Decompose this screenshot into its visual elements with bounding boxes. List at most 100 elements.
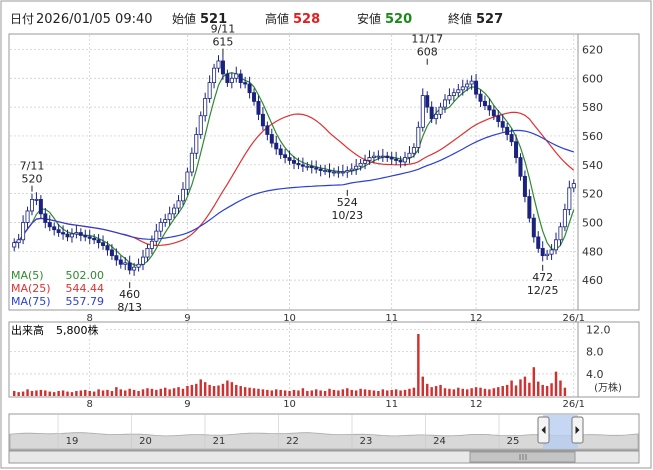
volume-bar [84,389,87,396]
candle-down [389,157,394,160]
candle-down [327,170,332,173]
date-tick-label: 26/1 [563,399,585,410]
candle-down [278,148,283,156]
annotation-value: 460 [119,288,140,301]
volume-bar [52,392,56,396]
candle-down [269,134,274,144]
volume-bar [297,390,300,396]
volume-bar [57,391,60,396]
candle-down [385,155,390,158]
date-tick-label: 8 [87,399,93,410]
navigator-tick-label: 20 [139,436,152,447]
volume-bar [70,392,74,396]
volume-bar [230,382,234,396]
candle-down [318,168,323,171]
annotation-date: 7/11 [20,160,45,173]
volume-bar [465,389,469,396]
volume-bar [337,390,340,396]
volume-value: 5,800株 [56,323,99,337]
candle-down [109,249,114,257]
annotation-date: 10/23 [331,209,363,222]
annotation-value: 608 [417,46,438,59]
candle-up [562,209,567,228]
volume-bar [128,388,131,396]
candle-down [287,157,292,161]
candle-up [172,207,177,215]
volume-bar [505,384,509,396]
candle-up [25,210,30,223]
legend-ma25-value: 544.44 [66,282,105,295]
volume-bar [261,389,265,396]
volume-bar [332,389,336,396]
candle-down [83,235,88,238]
candle-down [238,73,243,83]
candle-down [274,142,279,150]
volume-bar [61,390,65,396]
candle-down [47,222,52,228]
annotation-value: 524 [337,196,358,209]
volume-bar [101,390,105,396]
candle-up [74,232,79,235]
date-tick-label: 9 [184,399,190,410]
volume-bar [195,383,198,396]
volume-bar [79,390,83,396]
candle-up [567,187,572,210]
low-label: 安値 [357,11,381,26]
candle-down [496,115,501,122]
candle-down [522,175,527,197]
volume-bar [26,389,29,396]
annotation-date: 11/17 [411,33,443,46]
volume-bar [323,391,327,396]
candle-up [442,99,447,108]
volume-bar [75,391,78,396]
candle-up [354,165,359,170]
price-axis: 460 480 500 520 540 560 580 600 620 [582,43,603,287]
candle-down [314,167,319,170]
candle-down [65,233,70,238]
candle-up [185,171,190,190]
volume-bar [341,389,345,396]
volume-bar [403,389,407,396]
candle-up [411,147,416,154]
volume-bar [239,386,242,396]
range-navigator[interactable]: 19 20 21 22 23 24 25 [8,413,640,464]
candle-down [505,126,510,135]
volume-unit: (万株) [594,381,622,394]
candle-down [96,239,101,244]
volume-bar [301,388,305,396]
price-tick-label: 560 [582,130,603,143]
candle-up [545,253,550,257]
candle-up [212,67,217,83]
date-value: 2026/01/05 09:40 [36,12,153,27]
volume-bar [257,388,260,396]
date-label: 日付 [10,12,34,26]
candle-up [363,160,368,164]
candle-up [438,106,443,115]
navigator-right-handle[interactable] [571,416,584,444]
volume-bar [310,390,313,396]
candle-up [465,83,470,88]
price-tick-label: 460 [582,274,603,287]
candle-down [252,92,257,102]
volume-bar [426,383,429,396]
volume-bar [177,387,180,396]
candle-up [29,198,34,212]
volume-bar [350,389,353,396]
candle-up [12,242,17,248]
volume-bar [199,379,202,396]
volume-bar [66,391,69,396]
candle-down [478,93,483,102]
candle-down [531,217,536,238]
legend-ma25-label: MA(25) [11,282,51,295]
candle-up [367,157,372,161]
volume-bar [21,391,25,396]
volume-bar [159,388,162,396]
candle-down [474,80,479,95]
candle-down [247,83,252,94]
volume-tick-label: 4.0 [586,368,604,381]
candle-up [456,89,461,94]
volume-bar [488,389,491,396]
volume-bar [474,387,478,396]
navigator-left-handle[interactable] [537,416,550,444]
volume-bar [528,382,531,396]
